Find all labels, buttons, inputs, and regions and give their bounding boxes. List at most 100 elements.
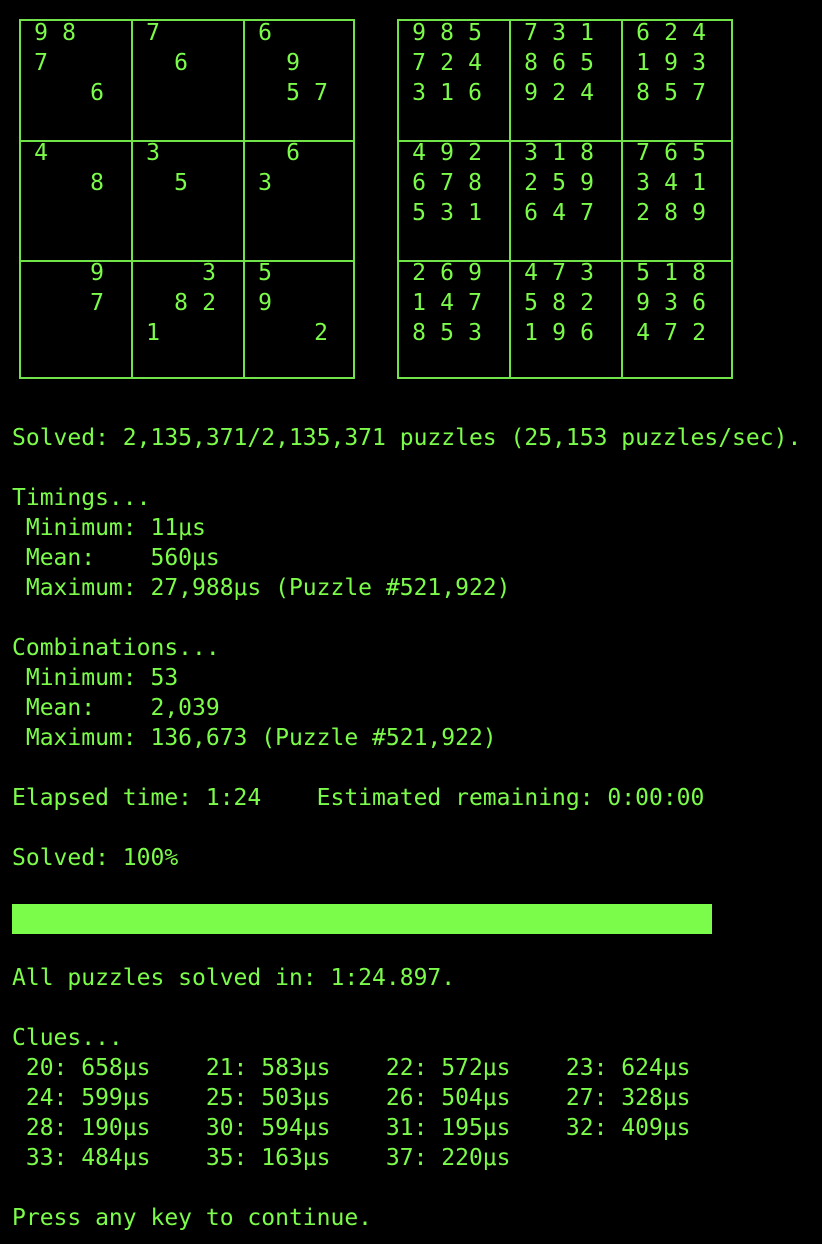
grid-cell: 8: [174, 290, 188, 316]
grid-cell: 7: [468, 290, 482, 316]
grid-cell: 2: [314, 320, 328, 346]
solved-percent: Solved: 100%: [12, 845, 179, 871]
grid-cell: [55, 198, 83, 228]
progress-bar: [12, 904, 712, 934]
grid-cell: [251, 78, 279, 108]
grid-cell: 5: [580, 50, 594, 76]
elapsed-line: Elapsed time: 1:24 Estimated remaining: …: [12, 785, 705, 811]
grid-cell: 3: [692, 50, 706, 76]
grid-cell: [279, 198, 307, 228]
grid-cell: [307, 168, 335, 198]
grid-cell: 3: [146, 140, 160, 166]
grid-cell: [55, 78, 83, 108]
grid-cell: 4: [692, 20, 706, 46]
grid-cell: 2: [552, 80, 566, 106]
grid-cell: 2: [580, 290, 594, 316]
timings-mean: Mean: 560μs: [12, 545, 220, 571]
grid-cell: 6: [174, 50, 188, 76]
grid-cell: 3: [258, 170, 272, 196]
grid-cell: [195, 18, 223, 48]
grid-cell: 3: [202, 260, 216, 286]
clues-header: Clues...: [12, 1025, 123, 1051]
grid-cell: 9: [692, 200, 706, 226]
grid-cell: [167, 18, 195, 48]
grid-cell: [55, 138, 83, 168]
grid-cell: 9: [258, 290, 272, 316]
grid-cell: 2: [692, 320, 706, 346]
grid-cell: 7: [664, 320, 678, 346]
grid-cell: [195, 48, 223, 78]
grid-cell: [279, 258, 307, 288]
grid-cell: [251, 138, 279, 168]
grid-cell: 9: [90, 260, 104, 286]
grid-cell: [139, 48, 167, 78]
grid-cell: 3: [552, 20, 566, 46]
grid-cell: 7: [34, 50, 48, 76]
grid-cell: [307, 48, 335, 78]
grid-cell: 7: [314, 80, 328, 106]
grid-cell: 6: [258, 20, 272, 46]
grid-cell: 4: [580, 80, 594, 106]
grid-cell: 8: [692, 260, 706, 286]
grid-cell: 3: [412, 80, 426, 106]
grid-cell: 4: [412, 140, 426, 166]
grid-cell: [307, 18, 335, 48]
grid-cell: 3: [636, 170, 650, 196]
grid-cell: 6: [664, 140, 678, 166]
clues-row: 28: 190μs 30: 594μs 31: 195μs 32: 409μs: [12, 1115, 691, 1141]
grid-cell: 1: [468, 200, 482, 226]
grid-cell: 6: [552, 50, 566, 76]
grid-cell: 1: [636, 50, 650, 76]
grid-cell: [195, 78, 223, 108]
timings-minimum: Minimum: 11μs: [12, 515, 206, 541]
grid-cell: 5: [468, 20, 482, 46]
grid-cell: 3: [468, 320, 482, 346]
grid-cell: 1: [664, 260, 678, 286]
combinations-maximum: Maximum: 136,673 (Puzzle #521,922): [12, 725, 497, 751]
grid-cell: [27, 198, 55, 228]
grid-cell: 7: [692, 80, 706, 106]
grid-cell: [279, 288, 307, 318]
grid-cell: 6: [90, 80, 104, 106]
timings-maximum: Maximum: 27,988μs (Puzzle #521,922): [12, 575, 511, 601]
grid-cell: 5: [664, 80, 678, 106]
grid-cell: 5: [636, 260, 650, 286]
grid-cell: [27, 78, 55, 108]
grid-cell: 1: [580, 20, 594, 46]
grid-cell: 9: [440, 140, 454, 166]
grid-cell: 8: [90, 170, 104, 196]
grid-cell: 2: [664, 20, 678, 46]
grid-cell: 1: [440, 80, 454, 106]
grid-cell: [55, 258, 83, 288]
grid-cell: [167, 138, 195, 168]
grid-cell: 6: [692, 290, 706, 316]
grid-cell: [55, 168, 83, 198]
grid-cell: [83, 48, 111, 78]
grid-cell: 8: [524, 50, 538, 76]
grid-cell: 3: [664, 290, 678, 316]
grid-cell: 7: [440, 170, 454, 196]
grid-cell: 5: [524, 290, 538, 316]
grid-cell: 9: [412, 20, 426, 46]
grid-cell: 4: [468, 50, 482, 76]
grid-cell: 5: [440, 320, 454, 346]
grid-cell: 8: [412, 320, 426, 346]
grid-cell: 1: [692, 170, 706, 196]
clues-row: 33: 484μs 35: 163μs 37: 220μs: [12, 1145, 511, 1171]
grid-cell: [195, 318, 223, 348]
grid-cell: [167, 78, 195, 108]
grid-cell: 3: [524, 140, 538, 166]
grid-cell: 2: [412, 260, 426, 286]
grid-cell: 6: [580, 320, 594, 346]
grid-cell: 7: [524, 20, 538, 46]
grid-cell: 6: [440, 260, 454, 286]
grid-cell: [195, 198, 223, 228]
grid-cell: [139, 78, 167, 108]
grid-cell: 8: [636, 80, 650, 106]
grid-cell: 4: [664, 170, 678, 196]
grid-cell: [55, 318, 83, 348]
puzzle-grid: 9876769657436853935782912: [19, 19, 355, 379]
grid-cell: [307, 288, 335, 318]
combinations-mean: Mean: 2,039: [12, 695, 220, 721]
grid-cell: 7: [90, 290, 104, 316]
